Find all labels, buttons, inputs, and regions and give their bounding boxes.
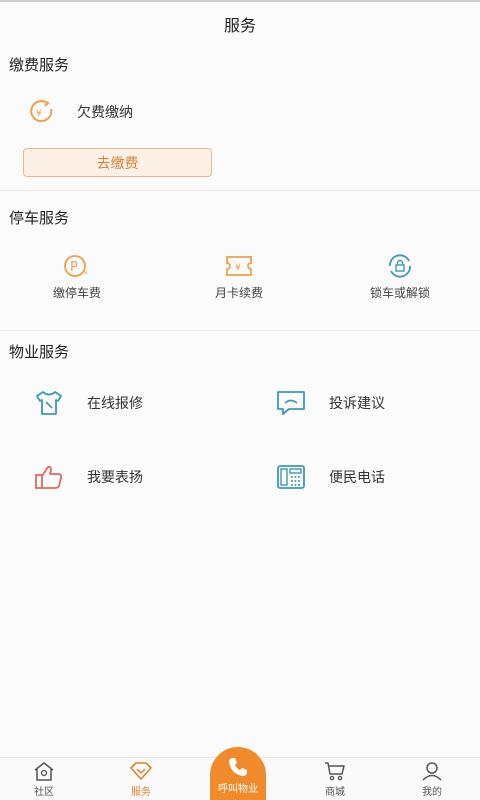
call-property-button[interactable]: 呼叫物业 (210, 747, 266, 800)
svg-text:¥: ¥ (36, 109, 42, 119)
tab-service[interactable]: 服务 (111, 758, 171, 800)
phone-icon (227, 756, 249, 778)
chat-bubble-icon (275, 389, 307, 417)
tab-mine[interactable]: 我的 (402, 758, 462, 800)
yuan-cycle-icon: ¥ (27, 99, 57, 125)
praise-label: 我要表扬 (87, 470, 143, 486)
phone-directory-item[interactable]: 便民电话 (275, 463, 385, 491)
ticket-icon: ¥ (224, 254, 254, 278)
section-divider (0, 190, 480, 191)
thumbs-up-icon (33, 463, 65, 491)
svg-text:¥: ¥ (84, 270, 88, 277)
parking-p-icon: P ¥ (62, 254, 92, 278)
monthly-card-item[interactable]: ¥ 月卡续费 (179, 254, 299, 301)
section-divider (0, 330, 480, 331)
arrears-payment-label: 欠费缴纳 (77, 105, 133, 121)
car-lock-label: 锁车或解锁 (369, 286, 430, 300)
arrears-payment-item[interactable]: ¥ 欠费缴纳 (27, 99, 133, 125)
online-repair-item[interactable]: 在线报修 (33, 389, 143, 417)
tab-mall[interactable]: 商城 (305, 758, 365, 800)
car-lock-item[interactable]: 锁车或解锁 (340, 254, 460, 301)
car-lock-icon (385, 254, 415, 278)
user-icon (420, 761, 444, 781)
property-section-title: 物业服务 (9, 343, 70, 361)
complaint-label: 投诉建议 (329, 396, 385, 412)
parking-fee-item[interactable]: P ¥ 缴停车费 (17, 254, 137, 301)
diamond-icon (129, 761, 153, 781)
page-title-text: 服务 (223, 16, 256, 35)
svg-text:P: P (70, 260, 78, 275)
complaint-item[interactable]: 投诉建议 (275, 389, 385, 417)
svg-text:¥: ¥ (235, 263, 241, 273)
tab-community-label: 社区 (34, 787, 54, 798)
tab-community[interactable]: 社区 (14, 758, 74, 800)
parking-fee-label: 缴停车费 (52, 286, 101, 300)
phone-directory-label: 便民电话 (329, 470, 385, 486)
online-repair-label: 在线报修 (87, 396, 143, 412)
cart-icon (323, 761, 347, 781)
go-pay-button[interactable]: 去缴费 (23, 148, 212, 177)
telephone-icon (275, 463, 307, 491)
page-title: 服务 (0, 2, 480, 46)
tab-service-label: 服务 (131, 787, 151, 798)
praise-item[interactable]: 我要表扬 (33, 463, 143, 491)
fee-section-title: 缴费服务 (9, 56, 70, 74)
call-property-label: 呼叫物业 (218, 784, 258, 795)
tab-mine-label: 我的 (422, 787, 442, 798)
parking-section-title: 停车服务 (9, 209, 70, 227)
home-icon (32, 761, 56, 781)
monthly-card-label: 月卡续费 (214, 286, 263, 300)
tab-mall-label: 商城 (325, 787, 345, 798)
shirt-repair-icon (33, 389, 65, 417)
